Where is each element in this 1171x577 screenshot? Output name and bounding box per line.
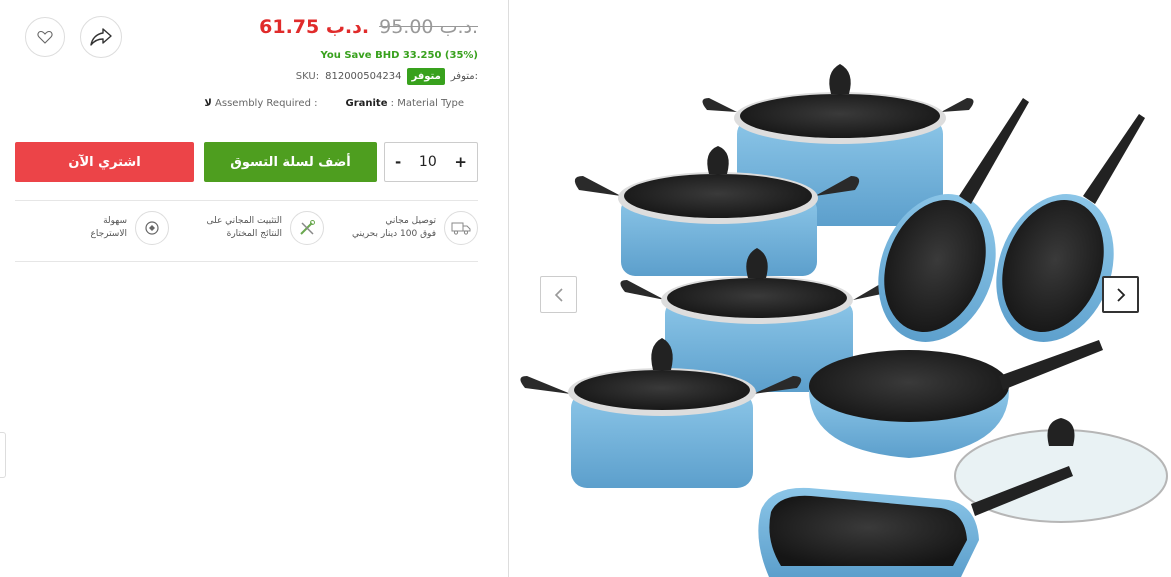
material-value: Granite [345, 98, 388, 109]
feature-return-line2: الاسترجاع [90, 229, 127, 239]
old-price: 95.00 د.ب. [379, 16, 478, 38]
feature-easy-return: سهولة الاسترجاع [90, 211, 169, 245]
attributes-row: لا Assembly Required : Granite : Materia… [204, 98, 464, 109]
quantity-stepper: - 10 + [384, 142, 478, 182]
savings-text: You Save BHD 33.250 (35%) [320, 50, 478, 61]
feature-install-line2: النتائج المختارة [226, 229, 282, 239]
feature-delivery-line2: فوق 100 دينار بحريني [351, 229, 436, 239]
tools-icon [290, 211, 324, 245]
current-price: 61.75 د.ب. [259, 16, 370, 38]
add-to-cart-button[interactable]: أضف لسلة التسوق [204, 142, 377, 182]
price-block: 61.75 د.ب. 95.00 د.ب. [259, 16, 478, 38]
share-icon[interactable] [80, 16, 122, 58]
sku-label: SKU: [295, 71, 320, 82]
assembly-label: Assembly Required : [215, 98, 318, 109]
feature-install-line1: التثبيت المجاني على [206, 216, 282, 226]
divider-bottom [15, 261, 478, 262]
material-attr: Granite : Material Type [345, 98, 464, 109]
sku-stock-row: SKU: 812000504234 متوفر متوفر: [296, 68, 478, 85]
buy-now-button[interactable]: اشتري الآن [15, 142, 194, 182]
side-feedback-tab[interactable] [0, 432, 6, 478]
divider-top [15, 200, 478, 201]
gallery-next-button[interactable] [1102, 276, 1139, 313]
product-page: 61.75 د.ب. 95.00 د.ب. You Save BHD 33.25… [0, 0, 1171, 577]
assembly-value: لا [204, 98, 212, 109]
truck-icon [444, 211, 478, 245]
feature-return-line1: سهولة [103, 216, 127, 226]
sku-value: 812000504234 [325, 71, 402, 82]
return-icon [135, 211, 169, 245]
qty-value[interactable]: 10 [419, 154, 437, 170]
product-image-gallery [508, 0, 1171, 577]
chevron-right-icon [1116, 287, 1125, 302]
material-label: : Material Type [390, 98, 464, 109]
chevron-left-icon [554, 287, 563, 302]
qty-plus-button[interactable]: + [454, 153, 467, 171]
qty-minus-button[interactable]: - [395, 153, 401, 171]
stock-label: متوفر: [450, 71, 478, 82]
feature-free-delivery: توصيل مجاني فوق 100 دينار بحريني [352, 211, 478, 245]
feature-free-installation: التثبيت المجاني على النتائج المختارة [206, 211, 324, 245]
stock-badge: متوفر [407, 68, 445, 85]
assembly-attr: لا Assembly Required : [204, 98, 317, 109]
product-image-cookware-set [520, 64, 1168, 577]
feature-delivery-line1: توصيل مجاني [385, 216, 436, 226]
wishlist-heart-icon[interactable] [25, 17, 65, 57]
gallery-prev-button[interactable] [540, 276, 577, 313]
